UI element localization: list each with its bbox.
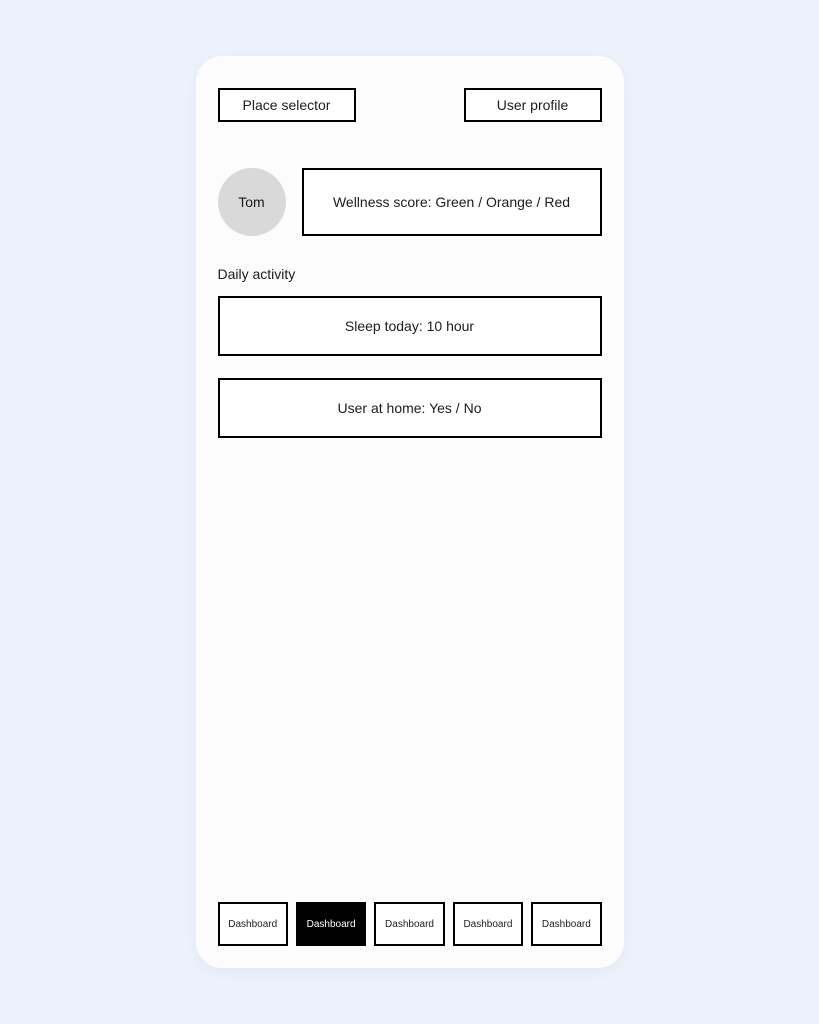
avatar-name: Tom: [238, 194, 264, 210]
bottom-nav: Dashboard Dashboard Dashboard Dashboard …: [218, 902, 602, 946]
avatar[interactable]: Tom: [218, 168, 286, 236]
nav-tab-3[interactable]: Dashboard: [453, 902, 523, 946]
app-frame: Place selector User profile Tom Wellness…: [196, 56, 624, 968]
wellness-score-text: Wellness score: Green / Orange / Red: [333, 194, 570, 210]
top-bar: Place selector User profile: [218, 88, 602, 122]
nav-tab-4[interactable]: Dashboard: [531, 902, 601, 946]
wellness-score-card[interactable]: Wellness score: Green / Orange / Red: [302, 168, 602, 236]
nav-tab-0[interactable]: Dashboard: [218, 902, 288, 946]
daily-activity-label: Daily activity: [218, 266, 602, 282]
user-profile-button[interactable]: User profile: [464, 88, 602, 122]
home-status-card[interactable]: User at home: Yes / No: [218, 378, 602, 438]
sleep-text: Sleep today: 10 hour: [345, 318, 474, 334]
user-summary-row: Tom Wellness score: Green / Orange / Red: [218, 168, 602, 236]
sleep-card[interactable]: Sleep today: 10 hour: [218, 296, 602, 356]
nav-tab-2[interactable]: Dashboard: [374, 902, 444, 946]
nav-tab-1[interactable]: Dashboard: [296, 902, 366, 946]
home-status-text: User at home: Yes / No: [338, 400, 482, 416]
place-selector-button[interactable]: Place selector: [218, 88, 356, 122]
